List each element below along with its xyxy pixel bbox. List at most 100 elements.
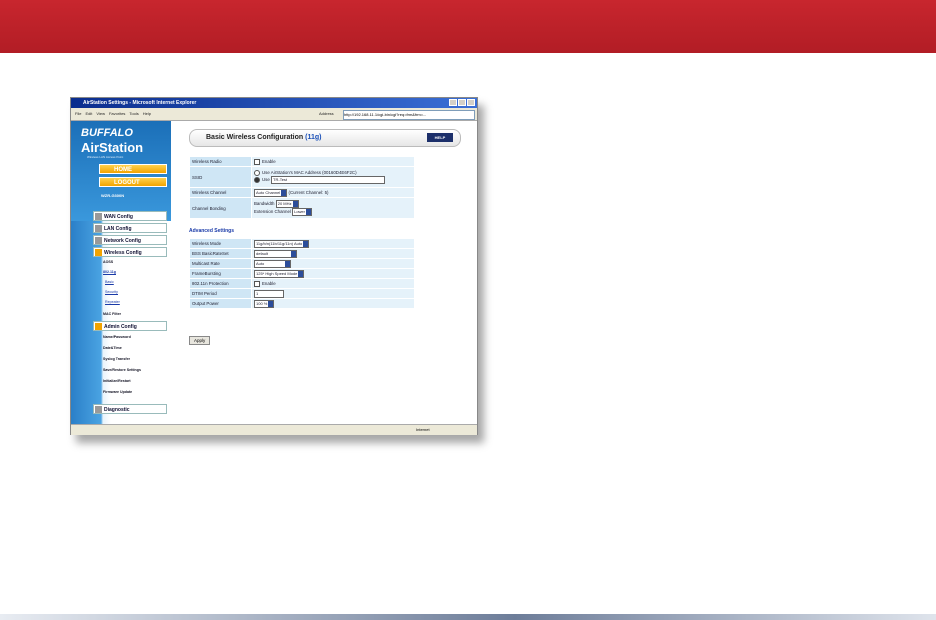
status-bar: Internet (71, 424, 477, 435)
extension-label: Extension Channel (254, 209, 291, 214)
link-initialize[interactable]: Initialize/Restart (103, 379, 131, 383)
nav-label: WAN Config (104, 214, 133, 220)
ssid-use-label: Use (262, 177, 270, 182)
menu-file[interactable]: File (75, 108, 81, 120)
radio-enable-checkbox[interactable] (254, 158, 260, 165)
link-syslog[interactable]: Syslog Transfer (103, 357, 130, 361)
table-row: SSID Use AirStation's MAC Address (00160… (189, 166, 415, 188)
menu-icon (95, 406, 102, 413)
frameburst-select[interactable]: 125* High Speed Mode (254, 269, 305, 278)
menu-favorites[interactable]: Favorites (109, 108, 125, 120)
bottom-accent-bar (0, 614, 936, 620)
protection-label: Enable (262, 280, 276, 286)
row-label: 802.11n Protection (189, 278, 252, 289)
table-row: Output Power 100 % (189, 298, 415, 309)
close-button[interactable] (467, 99, 475, 106)
table-row: Wireless Channel Auto Channel (Current C… (189, 187, 415, 198)
nav-admin-config[interactable]: Admin Config (93, 321, 167, 331)
product-name: AirStation (81, 140, 144, 155)
home-label: HOME (114, 167, 132, 173)
output-power-select[interactable]: 100 % (254, 299, 275, 308)
nav-label: LAN Config (104, 226, 132, 232)
model-name: WZR-G300N (101, 193, 125, 198)
logout-button[interactable]: LOGOUT (99, 177, 167, 187)
page-title-text: Basic Wireless Configuration (206, 134, 304, 141)
nav-label: Wireless Config (104, 250, 142, 256)
logout-label: LOGOUT (114, 180, 140, 186)
table-row: BSS BasicRateSet default (189, 248, 415, 259)
link-basic[interactable]: Basic (105, 280, 114, 284)
apply-button[interactable]: Apply (189, 336, 211, 345)
brand-logo: BUFFALO (81, 127, 133, 139)
row-label: Output Power (189, 298, 252, 309)
row-label: Wireless Radio (189, 156, 252, 167)
menu-icon (95, 323, 102, 330)
link-aoss[interactable]: AOSS (103, 260, 113, 264)
main-panel: Basic Wireless Configuration (11g) HELP … (181, 121, 471, 424)
bandwidth-label: Bandwidth (254, 201, 275, 206)
protection-checkbox[interactable] (254, 280, 260, 287)
address-label: Address (319, 111, 334, 116)
dtim-input[interactable]: 1 (254, 289, 284, 298)
ssid-custom-radio[interactable] (254, 176, 260, 183)
window-title: AirStation Settings - Microsoft Internet… (83, 100, 197, 106)
maximize-button[interactable] (458, 99, 466, 106)
page-content: BUFFALO AirStation Wireless LAN Access P… (71, 121, 477, 424)
page-title: Basic Wireless Configuration (11g) (206, 134, 321, 141)
nav-label: Network Config (104, 238, 141, 244)
menu-view[interactable]: View (96, 108, 105, 120)
row-label: Multicast Rate (189, 258, 252, 269)
channel-note: (Current Channel: 5) (288, 189, 329, 195)
row-label: SSID (189, 166, 252, 188)
browser-window-screenshot: AirStation Settings - Microsoft Internet… (70, 97, 478, 435)
advanced-heading: Advanced Settings (189, 228, 235, 234)
page-header: Basic Wireless Configuration (11g) HELP (189, 129, 461, 147)
nav-lan-config[interactable]: LAN Config (93, 223, 167, 233)
link-80211g[interactable]: 802.11g (103, 270, 116, 274)
sidebar-header: BUFFALO AirStation Wireless LAN Access P… (71, 121, 171, 221)
extension-select[interactable]: Lower (292, 208, 312, 216)
address-field[interactable]: http://192.168.11.1/cgi-bin/cgi?req=frm&… (343, 110, 475, 120)
table-row: Wireless Mode 11g/b/n(11b/11g/11n) Auto (189, 238, 415, 249)
wireless-mode-select[interactable]: 11g/b/n(11b/11g/11n) Auto (254, 239, 310, 248)
table-row: Wireless Radio Enable (189, 156, 415, 167)
table-row: FrameBursting 125* High Speed Mode (189, 268, 415, 279)
basic-rate-select[interactable]: default (254, 249, 297, 258)
link-save-restore[interactable]: Save/Restore Settings (103, 368, 141, 372)
help-button[interactable]: HELP (427, 133, 453, 142)
link-firmware[interactable]: Firmware Update (103, 390, 132, 394)
link-name-password[interactable]: Name/Password (103, 335, 131, 339)
ssid-input[interactable]: TR-Test (271, 176, 386, 184)
multicast-rate-select[interactable]: Auto (254, 259, 291, 268)
home-button[interactable]: HOME (99, 164, 167, 174)
window-titlebar: AirStation Settings - Microsoft Internet… (71, 98, 477, 108)
nav-network-config[interactable]: Network Config (93, 235, 167, 245)
menu-edit[interactable]: Edit (85, 108, 92, 120)
table-row: DTIM Period 1 (189, 288, 415, 299)
menu-icon (95, 213, 102, 220)
link-mac-filter[interactable]: MAC Filter (103, 312, 121, 316)
bandwidth-select[interactable]: 20 MHz (275, 200, 299, 208)
basic-settings-table: Wireless Radio Enable SSID Use AirStatio… (189, 156, 415, 219)
menu-help[interactable]: Help (143, 108, 151, 120)
nav-wan-config[interactable]: WAN Config (93, 211, 167, 221)
advanced-settings-table: Wireless Mode 11g/b/n(11b/11g/11n) Auto B… (189, 238, 415, 309)
link-date-time[interactable]: Date&Time (103, 346, 122, 350)
menu-tools[interactable]: Tools (129, 108, 138, 120)
sidebar: BUFFALO AirStation Wireless LAN Access P… (71, 121, 171, 424)
minimize-button[interactable] (449, 99, 457, 106)
row-label: Wireless Channel (189, 187, 252, 198)
link-repeater[interactable]: Repeater (105, 300, 120, 304)
table-row: 802.11n Protection Enable (189, 278, 415, 289)
nav-wireless-config[interactable]: Wireless Config (93, 247, 167, 257)
nav-diagnostic[interactable]: Diagnostic (93, 404, 167, 414)
row-label: FrameBursting (189, 268, 252, 279)
menu-icon (95, 225, 102, 232)
channel-select[interactable]: Auto Channel (254, 188, 288, 197)
status-zone: Internet (416, 427, 430, 432)
radio-enable-label: Enable (262, 158, 276, 164)
link-security[interactable]: Security (105, 290, 118, 294)
page-title-accent: (11g) (305, 134, 322, 141)
row-label: DTIM Period (189, 288, 252, 299)
product-subtitle: Wireless LAN Access Point (87, 155, 124, 159)
